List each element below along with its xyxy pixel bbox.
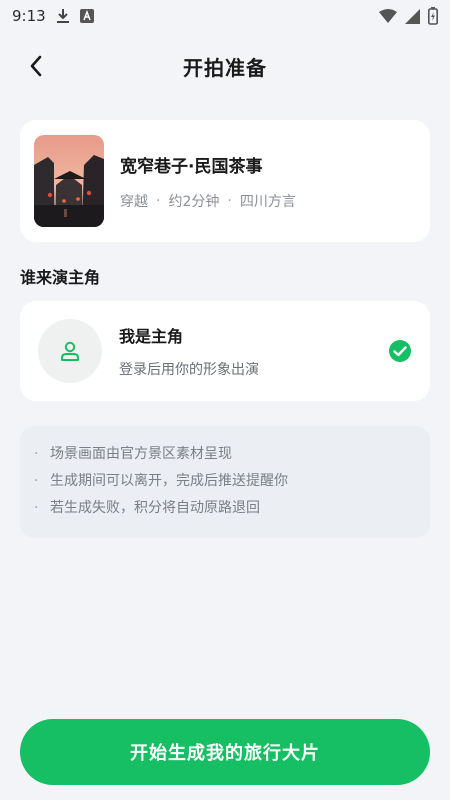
notes-box: · 场景画面由官方景区素材呈现 · 生成期间可以离开，完成后推送提醒你 · 若生… xyxy=(20,426,430,538)
status-time: 9:13 xyxy=(12,7,46,25)
signal-icon xyxy=(405,8,420,24)
role-option-me[interactable]: 我是主角 登录后用你的形象出演 xyxy=(20,301,430,401)
meta-separator: · xyxy=(227,192,232,209)
back-button[interactable] xyxy=(20,50,52,82)
start-generate-button[interactable]: 开始生成我的旅行大片 xyxy=(20,719,430,785)
page-title: 开拍准备 xyxy=(183,55,267,80)
note-text: 场景画面由官方景区素材呈现 xyxy=(50,446,232,462)
download-icon xyxy=(56,8,70,24)
note-item: · 场景画面由官方景区素材呈现 xyxy=(34,442,416,469)
note-item: · 生成期间可以离开，完成后推送提醒你 xyxy=(34,469,416,496)
role-info: 我是主角 登录后用你的形象出演 xyxy=(119,323,388,379)
battery-icon xyxy=(428,7,438,25)
a-icon xyxy=(79,9,94,23)
role-name: 我是主角 xyxy=(119,327,184,346)
meta-separator: · xyxy=(156,192,161,209)
role-description: 登录后用你的形象出演 xyxy=(119,362,259,378)
screen: 9:13 开拍准备 宽窄巷子·民国茶事 穿越 · 约2分钟 · 四川方言 谁来演… xyxy=(0,0,450,800)
person-icon xyxy=(61,341,79,361)
scene-meta: 穿越 · 约2分钟 · 四川方言 xyxy=(120,191,296,211)
header: 开拍准备 xyxy=(0,40,450,92)
check-circle-icon xyxy=(388,339,412,363)
section-title: 谁来演主角 xyxy=(20,268,101,287)
status-left: 9:13 xyxy=(12,7,94,25)
scene-thumbnail xyxy=(34,135,104,227)
scene-info: 宽窄巷子·民国茶事 穿越 · 约2分钟 · 四川方言 xyxy=(120,152,296,211)
note-text: 若生成失败，积分将自动原路退回 xyxy=(50,500,260,516)
scene-meta-duration: 约2分钟 xyxy=(168,193,220,210)
note-bullet: · xyxy=(34,500,39,516)
avatar xyxy=(38,319,102,383)
note-item: · 若生成失败，积分将自动原路退回 xyxy=(34,496,416,523)
note-text: 生成期间可以离开，完成后推送提醒你 xyxy=(50,473,288,489)
status-bar: 9:13 xyxy=(0,0,450,32)
scene-card[interactable]: 宽窄巷子·民国茶事 穿越 · 约2分钟 · 四川方言 xyxy=(20,120,430,242)
note-bullet: · xyxy=(34,473,39,489)
chevron-left-icon xyxy=(30,55,42,77)
status-right xyxy=(379,7,438,25)
scene-meta-type: 穿越 xyxy=(120,193,148,210)
scene-name: 宽窄巷子·民国茶事 xyxy=(120,156,263,177)
note-bullet: · xyxy=(34,446,39,462)
scene-meta-dialect: 四川方言 xyxy=(239,193,296,210)
wifi-icon xyxy=(379,9,397,23)
